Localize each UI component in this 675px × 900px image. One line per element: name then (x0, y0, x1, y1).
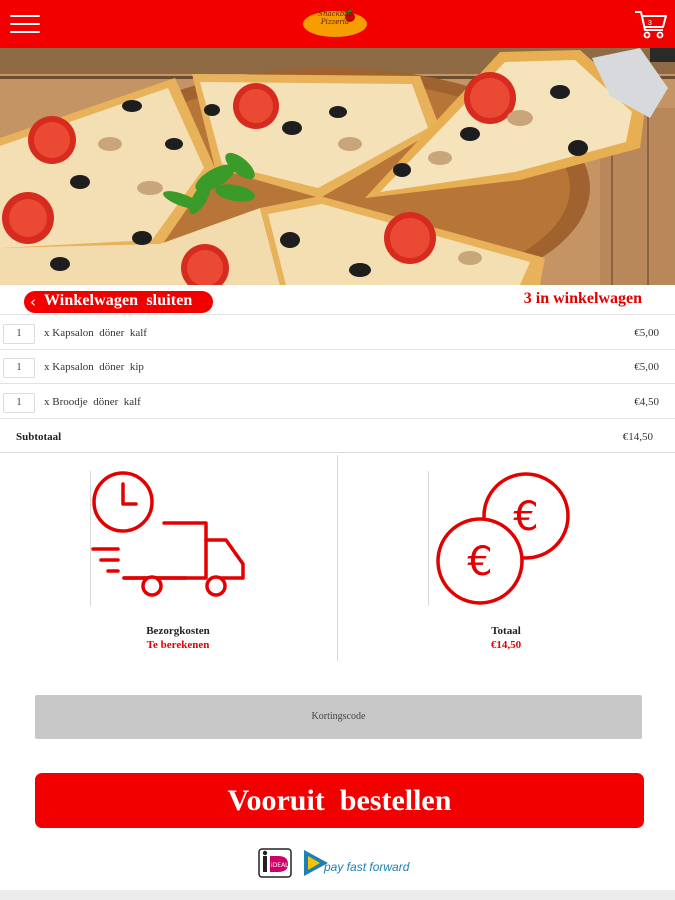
item-name: x Kapsalon döner kip (44, 361, 144, 373)
close-cart-button[interactable]: ‹ Winkelwagen sluiten (24, 291, 213, 313)
total-value: €14,50 (490, 639, 522, 651)
delivery-truck-icon (91, 471, 245, 597)
svg-text:€: € (513, 494, 538, 540)
hero-pizza-image (0, 48, 675, 285)
item-name: x Broodje döner kalf (44, 396, 141, 408)
item-price: €5,00 (634, 327, 659, 339)
hamburger-menu-icon[interactable] (10, 15, 40, 33)
top-bar: Snackbar Pizzeria 3 (0, 0, 675, 48)
delivery-cost-panel: Bezorgkosten Te berekenen (0, 453, 337, 661)
euro-coins-icon: € € (436, 472, 570, 605)
chevron-left-icon: ‹ (30, 293, 36, 311)
cart-count-text: 3 in winkelwagen (523, 290, 642, 307)
item-name: x Kapsalon döner kalf (44, 327, 147, 339)
delivery-cost-value: Te berekenen (146, 639, 210, 651)
order-button[interactable]: Vooruit bestellen (35, 773, 644, 828)
cart-button[interactable]: 3 (633, 6, 669, 42)
logo-text: Snackbar Pizzeria (318, 10, 352, 26)
icon-separator (428, 471, 429, 606)
item-price: €4,50 (634, 396, 659, 408)
cart-line-item: 1 x Kapsalon döner kip €5,00 (0, 350, 675, 384)
payment-logos: iDEAL pay fast forward (258, 846, 428, 880)
ideal-logo-text: iDEAL (271, 862, 289, 869)
bottom-strip (0, 890, 675, 900)
delivery-cost-label: Bezorgkosten (146, 625, 210, 637)
coupon-code-button[interactable]: Kortingscode (35, 695, 642, 739)
cart-header: ‹ Winkelwagen sluiten 3 in winkelwagen (0, 285, 675, 315)
svg-text:€: € (467, 539, 492, 585)
subtotal-value: €14,50 (622, 431, 653, 443)
cart-line-item: 1 x Kapsalon döner kalf €5,00 (0, 316, 675, 350)
ideal-logo-icon: iDEAL (258, 848, 292, 878)
close-cart-label: Winkelwagen sluiten (44, 292, 193, 309)
pay-fast-forward-label: pay fast forward (324, 860, 410, 874)
quantity-input[interactable]: 1 (3, 393, 35, 413)
subtotal-row: Subtotaal €14,50 (0, 419, 675, 453)
cart-badge: 3 (648, 20, 652, 27)
quantity-input[interactable]: 1 (3, 324, 35, 344)
item-price: €5,00 (634, 361, 659, 373)
quantity-input[interactable]: 1 (3, 358, 35, 378)
cart-line-item: 1 x Broodje döner kalf €4,50 (0, 385, 675, 419)
subtotal-label: Subtotaal (16, 431, 62, 443)
total-label: Totaal (491, 625, 521, 637)
restaurant-logo[interactable]: Snackbar Pizzeria (300, 8, 370, 40)
total-panel: € € Totaal €14,50 (338, 453, 675, 661)
